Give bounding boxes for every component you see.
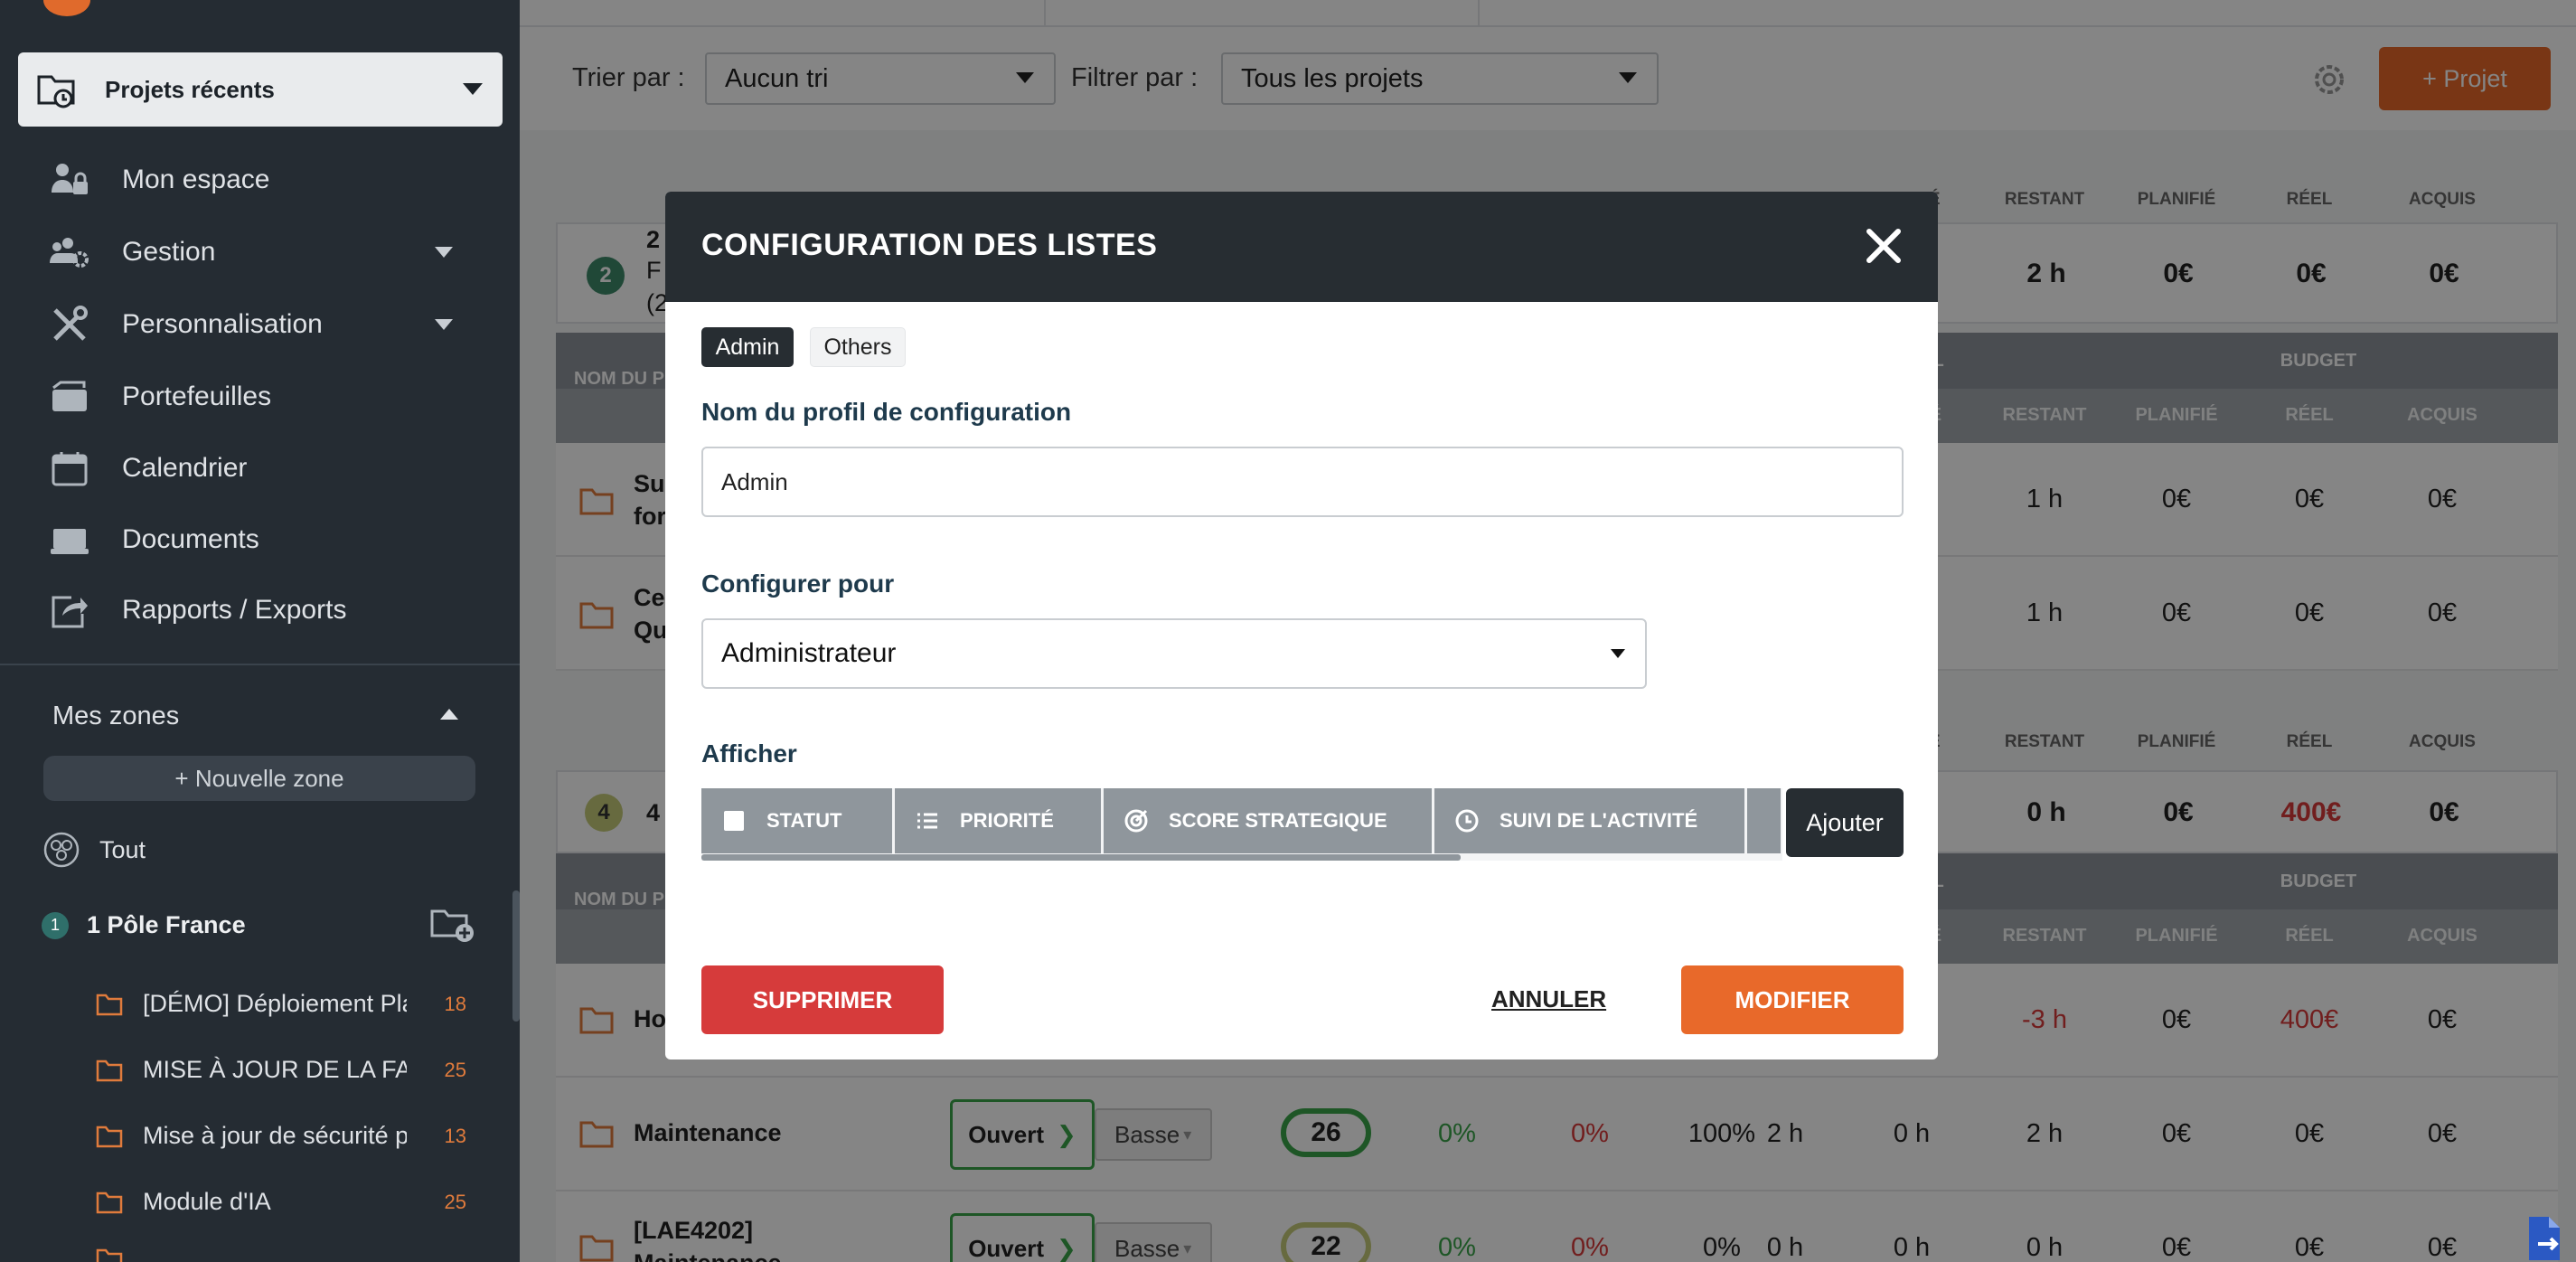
folder-label: MISE À JOUR DE LA FAC <box>143 1056 407 1083</box>
sidebar-divider <box>0 664 520 665</box>
folder-icon <box>96 1060 123 1081</box>
zone-label: 1 Pôle France <box>87 911 246 938</box>
chevron-down-icon <box>1611 649 1625 658</box>
recent-projects-dropdown[interactable]: Projets récents <box>18 52 503 127</box>
new-zone-button[interactable]: + Nouvelle zone <box>43 756 475 801</box>
sidebar-scrollbar[interactable] <box>512 890 520 1022</box>
folder-label: Module d'IA <box>143 1188 271 1215</box>
chevron-down-icon <box>463 83 483 95</box>
close-icon[interactable] <box>1862 224 1905 268</box>
checkbox-icon <box>724 811 744 831</box>
sidebar-folder-item[interactable]: [DÉMO] Déploiement Pla 18 <box>96 990 466 1018</box>
sidebar-item-label: Personnalisation <box>122 309 323 339</box>
folder-label: Mise à jour de sécurité p <box>143 1122 407 1149</box>
zone-item-pole-france[interactable]: 1 1 Pôle France <box>42 909 475 942</box>
chevron-down-icon <box>435 247 453 258</box>
display-label: Afficher <box>701 739 797 768</box>
profile-name-label: Nom du profil de configuration <box>701 398 1072 426</box>
sidebar-item-personnalisation[interactable]: Personnalisation <box>50 297 502 352</box>
column-chip-score[interactable]: SCORE STRATEGIQUE <box>1104 788 1434 853</box>
column-chip-suivi[interactable]: SUIVI DE L'ACTIVITÉ <box>1434 788 1747 853</box>
column-chip-partial[interactable] <box>1747 788 1782 853</box>
columns-scroller: STATUT PRIORITÉ SCORE STRATEGIQUE SUIVI … <box>701 788 1782 861</box>
sidebar-item-calendrier[interactable]: Calendrier <box>50 441 502 495</box>
users-gear-icon <box>50 238 89 268</box>
list-configuration-modal: CONFIGURATION DES LISTES Admin Others No… <box>665 192 1938 1060</box>
folder-clock-icon <box>37 75 75 108</box>
sidebar-folder-item[interactable]: MISE À JOUR DE LA FAC 25 <box>96 1056 466 1084</box>
folder-icon <box>96 1191 123 1213</box>
profile-name-value: Admin <box>721 467 788 495</box>
sidebar-item-label: Mon espace <box>122 165 270 194</box>
configure-for-select[interactable]: Administrateur <box>701 618 1647 689</box>
chevron-down-icon <box>435 319 453 330</box>
configure-for-value: Administrateur <box>721 638 897 668</box>
chevron-up-icon[interactable] <box>440 709 458 720</box>
folder-count: 18 <box>444 992 466 1015</box>
sidebar-item-label: Calendrier <box>122 453 248 483</box>
sidebar: Projets récents Mon espace Gestion Perso… <box>0 0 520 1262</box>
briefcase-icon <box>52 381 87 411</box>
column-chip-label: SUIVI DE L'ACTIVITÉ <box>1500 809 1698 832</box>
documents-icon <box>51 529 89 554</box>
clock-icon <box>1455 809 1479 833</box>
folder-count: 13 <box>444 1124 466 1147</box>
add-folder-icon[interactable] <box>430 906 475 944</box>
target-icon <box>1124 809 1148 833</box>
zone-item-all[interactable]: Tout <box>43 832 146 868</box>
calendar-icon <box>52 452 88 486</box>
folder-icon <box>96 1125 123 1147</box>
sidebar-folder-item[interactable]: Module d'IA 25 <box>96 1188 466 1216</box>
sidebar-folder-item-partial[interactable] <box>96 1248 466 1262</box>
save-button[interactable]: MODIFIER <box>1681 965 1904 1034</box>
add-column-button[interactable]: Ajouter <box>1786 788 1904 857</box>
sidebar-item-label: Documents <box>122 524 259 554</box>
zone-label: Tout <box>99 835 146 863</box>
circles-icon <box>43 832 80 868</box>
folder-count: 25 <box>444 1058 466 1081</box>
folder-count: 25 <box>444 1190 466 1213</box>
file-export-icon[interactable] <box>2525 1215 2565 1262</box>
configure-for-label: Configurer pour <box>701 570 895 598</box>
sidebar-folder-item[interactable]: Mise à jour de sécurité p 13 <box>96 1122 466 1150</box>
profile-name-input[interactable]: Admin <box>701 447 1904 517</box>
tools-icon <box>53 306 88 341</box>
export-icon <box>52 596 88 628</box>
profile-tab-admin[interactable]: Admin <box>701 327 794 367</box>
column-chip-statut[interactable]: STATUT <box>701 788 895 853</box>
sidebar-item-label: Portefeuilles <box>122 381 272 411</box>
sidebar-item-label: Rapports / Exports <box>122 595 347 625</box>
zone-number-badge: 1 <box>42 911 69 939</box>
column-chip-label: SCORE STRATEGIQUE <box>1169 809 1387 832</box>
folder-label: [DÉMO] Déploiement Pla <box>143 990 407 1017</box>
cancel-button[interactable]: ANNULER <box>1491 985 1606 1013</box>
sidebar-item-documents[interactable]: Documents <box>50 513 502 567</box>
column-chip-label: PRIORITÉ <box>960 809 1054 832</box>
column-chip-priorite[interactable]: PRIORITÉ <box>895 788 1104 853</box>
columns-scrollbar[interactable] <box>701 854 1461 861</box>
column-chip-label: STATUT <box>766 809 842 832</box>
recent-projects-label: Projets récents <box>105 75 275 103</box>
sidebar-item-mon-espace[interactable]: Mon espace <box>50 153 502 207</box>
user-avatar[interactable] <box>43 0 90 16</box>
sidebar-item-gestion[interactable]: Gestion <box>50 225 502 279</box>
folder-icon <box>96 994 123 1015</box>
zones-title: Mes zones <box>52 702 180 730</box>
columns-strip: STATUT PRIORITÉ SCORE STRATEGIQUE SUIVI … <box>701 788 1782 853</box>
profile-tab-others[interactable]: Others <box>810 327 906 367</box>
sidebar-item-label: Gestion <box>122 237 216 267</box>
modal-title: CONFIGURATION DES LISTES <box>701 228 1158 262</box>
list-icon <box>917 813 937 829</box>
modal-header: CONFIGURATION DES LISTES <box>665 192 1938 302</box>
users-lock-icon <box>52 164 88 194</box>
sidebar-item-portefeuilles[interactable]: Portefeuilles <box>50 370 502 424</box>
delete-button[interactable]: SUPPRIMER <box>701 965 944 1034</box>
folder-icon <box>96 1248 123 1262</box>
sidebar-item-rapports[interactable]: Rapports / Exports <box>50 583 502 637</box>
